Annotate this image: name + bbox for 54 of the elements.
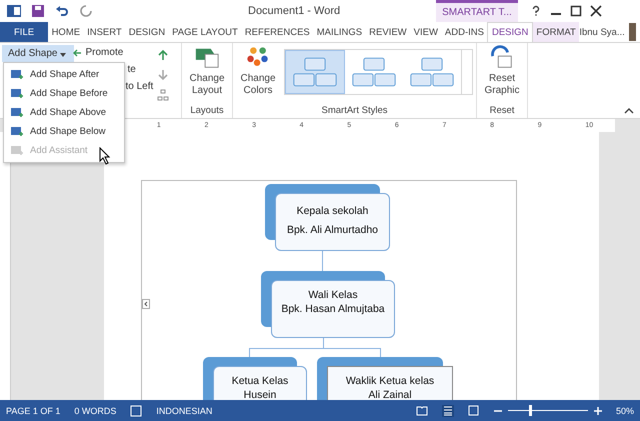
ribbon-tab[interactable]: ADD-INS <box>441 22 488 42</box>
move-up-icon[interactable] <box>157 49 170 61</box>
ribbon-tab[interactable]: DESIGN <box>487 22 533 42</box>
zoom-level[interactable]: 50% <box>616 406 634 416</box>
dropdown-arrow-icon[interactable] <box>60 53 66 57</box>
left-arrow-icon[interactable] <box>72 48 82 58</box>
reset-graphic-button[interactable]: Reset Graphic <box>480 45 524 97</box>
ribbon-tab[interactable]: REVIEW <box>366 22 410 42</box>
text-pane-toggle-icon[interactable] <box>142 299 150 309</box>
ribbon-tab[interactable]: DESIGN <box>125 22 169 42</box>
ribbon-tab[interactable]: VIEW <box>410 22 442 42</box>
save-icon[interactable] <box>30 3 46 19</box>
collapse-ribbon-icon[interactable] <box>624 108 634 114</box>
avatar-placeholder[interactable] <box>628 23 636 41</box>
ribbon-tab[interactable]: REFERENCES <box>241 22 314 42</box>
menu-item[interactable]: Add Shape Below <box>4 122 124 141</box>
contextual-tab-title: SMARTART T... <box>436 0 518 22</box>
ribbon-tab[interactable]: PAGE LAYOUT <box>168 22 242 42</box>
org-chart-box[interactable]: Waklik Ketua kelas Ali Zainal <box>327 366 453 400</box>
change-colors-button[interactable]: Change Colors <box>236 45 280 97</box>
zoom-in-icon[interactable] <box>594 406 602 414</box>
ribbon-tab[interactable]: FORMAT <box>532 22 580 42</box>
menu-item[interactable]: Add Shape Before <box>4 84 124 103</box>
org-chart-box[interactable]: Ketua Kelas Husein <box>213 366 307 400</box>
group-label: SmartArt Styles <box>322 105 388 116</box>
group-label: Reset <box>490 105 514 116</box>
close-icon[interactable] <box>590 5 602 17</box>
org-chart-box[interactable]: Kepala sekolah Bpk. Ali Almurtadho <box>275 193 390 251</box>
change-layout-button[interactable]: Change Layout <box>185 45 229 97</box>
add-shape-button[interactable]: Add Shape <box>2 45 74 62</box>
print-layout-icon[interactable] <box>442 404 454 416</box>
file-tab[interactable]: FILE <box>0 22 48 42</box>
menu-item[interactable]: Add Shape Above <box>4 103 124 122</box>
promote-button[interactable]: Promote <box>86 47 124 58</box>
word-count[interactable]: 0 WORDS <box>74 406 116 416</box>
user-name[interactable]: Ibnu Sya... <box>579 26 625 38</box>
web-layout-icon[interactable] <box>468 404 480 416</box>
redo-icon[interactable] <box>78 3 94 19</box>
ribbon-tab[interactable]: INSERT <box>84 22 126 42</box>
ribbon-tab[interactable]: MAILINGS <box>313 22 366 42</box>
org-chart-icon[interactable] <box>157 89 170 101</box>
smartart-style-thumbnail[interactable] <box>285 50 345 94</box>
group-label: Layouts <box>190 105 224 116</box>
menu-item[interactable]: Add Shape After <box>4 65 124 84</box>
window-title: Document1 - Word <box>248 5 340 17</box>
read-mode-icon[interactable] <box>416 404 428 416</box>
undo-icon[interactable] <box>54 3 70 19</box>
org-chart-box[interactable]: Wali Kelas Bpk. Hasan Almujtaba <box>271 280 395 338</box>
page-count[interactable]: PAGE 1 OF 1 <box>6 406 60 416</box>
word-logo-icon <box>6 3 22 19</box>
maximize-icon[interactable] <box>570 5 582 17</box>
ribbon-tab[interactable]: HOME <box>48 22 84 42</box>
proofing-icon[interactable] <box>130 404 142 416</box>
language-indicator[interactable]: INDONESIAN <box>156 406 212 416</box>
